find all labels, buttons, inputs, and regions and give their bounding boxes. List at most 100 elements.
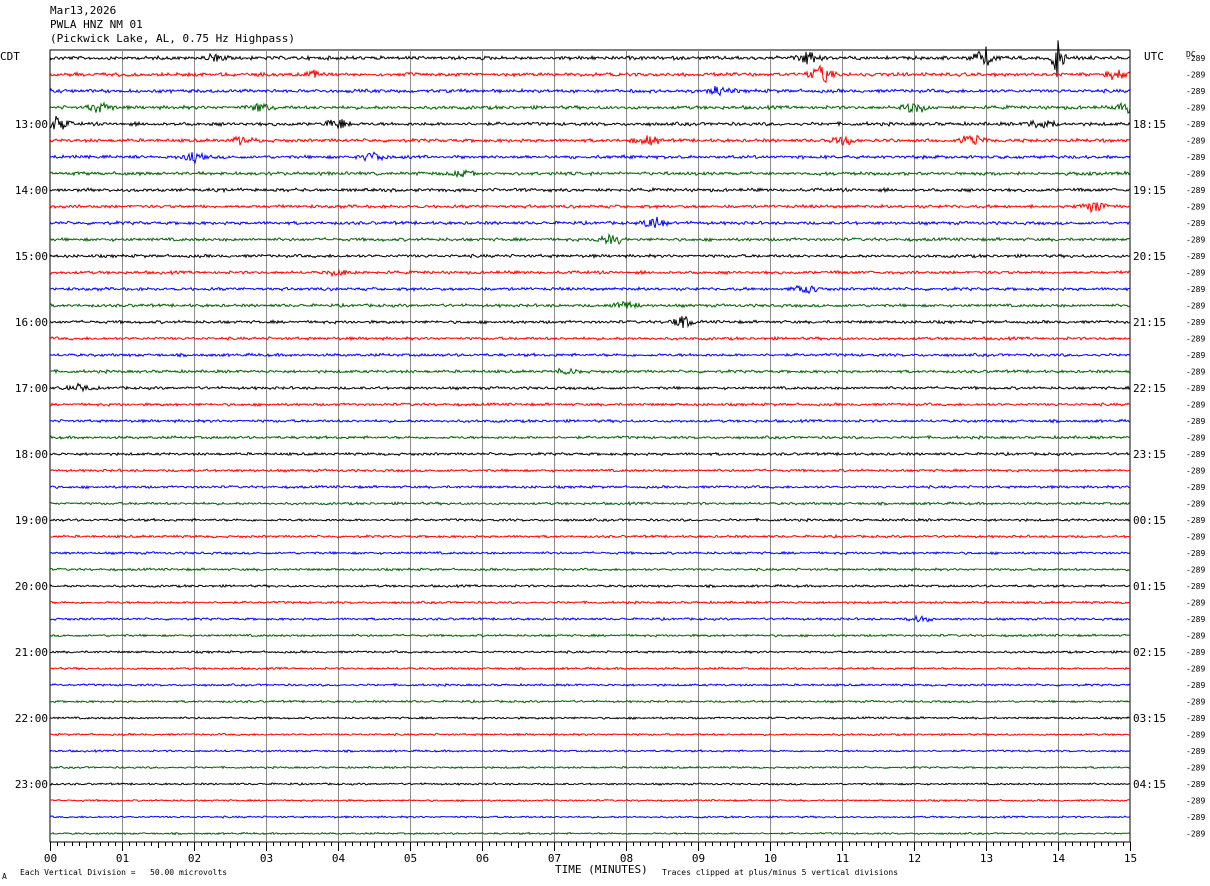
corner-mark: A bbox=[2, 872, 7, 881]
dc-offset-label: -289 bbox=[1186, 681, 1205, 690]
seismic-trace bbox=[49, 583, 1131, 589]
seismic-trace bbox=[49, 268, 1131, 278]
dc-offset-label: -289 bbox=[1186, 599, 1205, 608]
seismic-trace bbox=[49, 202, 1131, 214]
seismic-trace bbox=[49, 484, 1130, 490]
dc-offset-label: -289 bbox=[1186, 153, 1205, 162]
dc-offset-label: -289 bbox=[1186, 219, 1205, 228]
x-tick-label: 15 bbox=[1124, 852, 1137, 865]
seismic-trace bbox=[49, 101, 1131, 114]
seismic-trace bbox=[49, 749, 1131, 754]
left-hour-label: 19:00 bbox=[15, 514, 48, 527]
left-hour-label: 16:00 bbox=[15, 316, 48, 329]
left-hour-label: 23:00 bbox=[15, 778, 48, 791]
left-hour-label: 18:00 bbox=[15, 448, 48, 461]
dc-offset-label: -289 bbox=[1186, 830, 1205, 839]
dc-offset-label: -289 bbox=[1186, 269, 1205, 278]
seismic-trace bbox=[49, 798, 1131, 803]
scale-note: Each Vertical Division = 50.00 microvolt… bbox=[20, 868, 228, 877]
x-tick-label: 14 bbox=[1052, 852, 1066, 865]
dc-offset-label: -289 bbox=[1186, 384, 1205, 393]
x-tick-label: 05 bbox=[404, 852, 417, 865]
seismic-trace bbox=[49, 253, 1131, 259]
seismic-trace bbox=[49, 715, 1131, 720]
right-timezone-label: UTC bbox=[1144, 50, 1164, 63]
right-hour-label: 23:15 bbox=[1133, 448, 1166, 461]
dc-offset-label: -289 bbox=[1186, 318, 1205, 327]
dc-offset-label: -289 bbox=[1186, 632, 1205, 641]
trace-group bbox=[49, 40, 1131, 836]
right-hour-label: 04:15 bbox=[1133, 778, 1166, 791]
x-tick-label: 04 bbox=[332, 852, 346, 865]
dc-offset-label: -289 bbox=[1186, 698, 1205, 707]
dc-offset-label: -289 bbox=[1186, 450, 1205, 459]
left-hour-label: 21:00 bbox=[15, 646, 48, 659]
label-group: CDT UTC DC 00 01 02 03 04 05 06 07 08 09 10 11 12 13 1… bbox=[0, 50, 1205, 865]
dc-offset-label: -289 bbox=[1186, 483, 1205, 492]
right-hour-label: 20:15 bbox=[1133, 250, 1166, 263]
seismic-trace bbox=[49, 781, 1131, 786]
dc-offset-label: -289 bbox=[1186, 648, 1205, 657]
dc-offset-label: -289 bbox=[1186, 549, 1205, 558]
dc-offset-label: -289 bbox=[1186, 120, 1205, 129]
left-hour-label: 13:00 bbox=[15, 118, 48, 131]
right-hour-label: 03:15 bbox=[1133, 712, 1166, 725]
seismic-trace bbox=[49, 517, 1131, 523]
seismic-trace bbox=[49, 699, 1131, 704]
helicorder-plot: CDT UTC DC 00 01 02 03 04 05 06 07 08 09 10 11 12 13 1… bbox=[0, 40, 1205, 865]
seismic-trace bbox=[49, 284, 1131, 295]
dc-offset-label: -289 bbox=[1186, 351, 1205, 360]
seismic-trace bbox=[49, 382, 1131, 393]
dc-offset-label: -289 bbox=[1186, 417, 1205, 426]
x-tick-label: 09 bbox=[692, 852, 705, 865]
seismic-trace bbox=[49, 567, 1131, 572]
dc-offset-label: -289 bbox=[1186, 401, 1205, 410]
clip-note: Traces clipped at plus/minus 5 vertical … bbox=[662, 868, 899, 877]
seismic-trace bbox=[49, 367, 1131, 376]
right-hour-label: 00:15 bbox=[1133, 514, 1166, 527]
dc-offset-label: -289 bbox=[1186, 170, 1205, 179]
dc-offset-label: -289 bbox=[1186, 615, 1205, 624]
right-hour-label: 01:15 bbox=[1133, 580, 1166, 593]
dc-offset-label: -289 bbox=[1186, 566, 1205, 575]
dc-offset-label: -289 bbox=[1186, 302, 1205, 311]
dc-offset-label: -289 bbox=[1186, 516, 1205, 525]
seismic-trace bbox=[49, 666, 1131, 671]
dc-offset-label: -289 bbox=[1186, 252, 1205, 261]
left-hour-label: 14:00 bbox=[15, 184, 48, 197]
left-hour-label: 20:00 bbox=[15, 580, 48, 593]
seismic-trace bbox=[49, 682, 1131, 688]
plot-frame bbox=[49, 49, 1131, 843]
seismic-trace bbox=[49, 134, 1131, 146]
seismic-trace bbox=[49, 64, 1131, 84]
seismic-trace bbox=[49, 633, 1131, 638]
x-tick-label: 01 bbox=[116, 852, 129, 865]
left-hour-label: 22:00 bbox=[15, 712, 48, 725]
seismic-trace bbox=[49, 451, 1131, 457]
seismic-trace bbox=[49, 815, 1131, 819]
seismic-trace bbox=[49, 501, 1131, 507]
right-hour-label: 02:15 bbox=[1133, 646, 1166, 659]
left-hour-label: 17:00 bbox=[15, 382, 48, 395]
seismic-trace bbox=[49, 315, 1131, 328]
x-axis-label: TIME (MINUTES) bbox=[555, 863, 648, 876]
dc-offset-label: -289 bbox=[1186, 582, 1205, 591]
x-tick-label: 00 bbox=[44, 852, 57, 865]
x-tick-label: 11 bbox=[836, 852, 849, 865]
seismic-trace bbox=[49, 86, 1131, 97]
dc-offset-label: -289 bbox=[1186, 335, 1205, 344]
seismic-trace bbox=[49, 600, 1131, 605]
dc-offset-label: -289 bbox=[1186, 714, 1205, 723]
right-hour-label: 21:15 bbox=[1133, 316, 1166, 329]
x-tick-label: 13 bbox=[980, 852, 993, 865]
right-hour-label: 22:15 bbox=[1133, 382, 1166, 395]
dc-offset-label: -289 bbox=[1186, 87, 1205, 96]
seismic-trace bbox=[49, 765, 1131, 770]
seismic-trace bbox=[49, 831, 1131, 836]
dc-offset-label: -289 bbox=[1186, 731, 1205, 740]
left-hour-label: 15:00 bbox=[15, 250, 48, 263]
x-tick-label: 12 bbox=[908, 852, 921, 865]
dc-offset-label: -289 bbox=[1186, 813, 1205, 822]
x-tick-label: 10 bbox=[764, 852, 777, 865]
seismic-trace bbox=[49, 115, 1131, 130]
